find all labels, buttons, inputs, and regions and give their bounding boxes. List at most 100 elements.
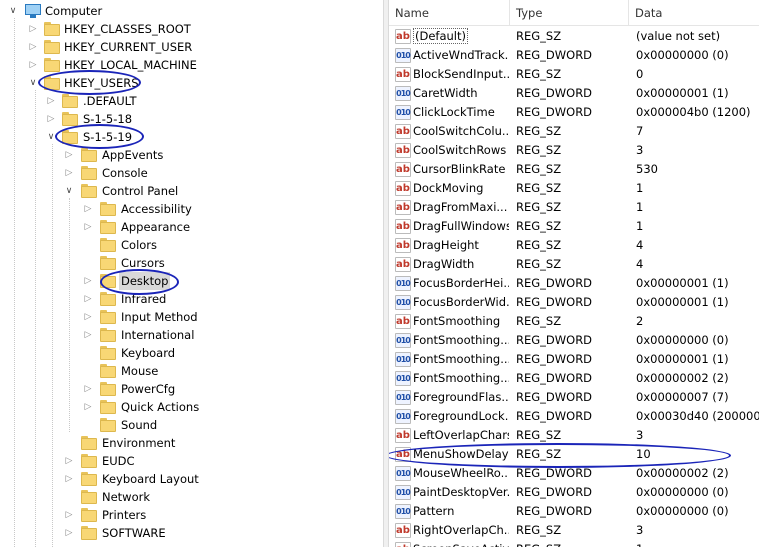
tree-node-desktop[interactable]: ▷ Desktop	[0, 272, 380, 290]
tree-node-keyboard-layout[interactable]: ▷ Keyboard Layout	[0, 470, 380, 488]
tree-node-label: AppEvents	[102, 148, 164, 162]
expand-arrow-icon[interactable]: ▷	[46, 92, 56, 110]
collapse-arrow-icon[interactable]: ∨	[64, 182, 74, 200]
tree-node-keyboard[interactable]: Keyboard	[0, 344, 380, 362]
tree-node-hkey-classes-root[interactable]: ▷ HKEY_CLASSES_ROOT	[0, 20, 380, 38]
expand-arrow-icon[interactable]: ▷	[28, 20, 38, 38]
tree-node-printers[interactable]: ▷ Printers	[0, 506, 380, 524]
value-type: REG_SZ	[516, 67, 562, 81]
tree-node-label: HKEY_LOCAL_MACHINE	[64, 58, 197, 72]
expand-arrow-icon[interactable]: ▷	[28, 56, 38, 74]
value-row[interactable]: 010 ForegroundLock... REG_DWORD 0x00030d40 …	[389, 407, 759, 426]
tree-node-computer[interactable]: ∨ Computer	[0, 2, 380, 20]
tree-node-label: Console	[102, 166, 148, 180]
tree-node-s-1-5-18[interactable]: ▷ S-1-5-18	[0, 110, 380, 128]
tree-node-eudc[interactable]: ▷ EUDC	[0, 452, 380, 470]
expand-arrow-icon[interactable]: ▷	[28, 38, 38, 56]
tree-node-label: Colors	[121, 238, 158, 252]
value-row[interactable]: 010 ClickLockTime REG_DWORD 0x000004b0 (120…	[389, 103, 759, 122]
tree-node-control-panel[interactable]: ∨ Control Panel	[0, 182, 380, 200]
tree-node-appearance[interactable]: ▷ Appearance	[0, 218, 380, 236]
collapse-arrow-icon[interactable]: ∨	[46, 128, 56, 146]
value-row[interactable]: 010 FocusBorderHei... REG_DWORD 0x00000001 …	[389, 274, 759, 293]
tree-node-quick-actions[interactable]: ▷ Quick Actions	[0, 398, 380, 416]
tree-node-accessibility[interactable]: ▷ Accessibility	[0, 200, 380, 218]
value-type: REG_SZ	[516, 219, 562, 233]
value-row[interactable]: 010 MouseWheelRo... REG_DWORD 0x00000002 (2…	[389, 464, 759, 483]
value-row[interactable]: ab CursorBlinkRate REG_SZ 530	[389, 160, 759, 179]
tree-node-hkey-local-machine[interactable]: ▷ HKEY_LOCAL_MACHINE	[0, 56, 380, 74]
tree-node-infrared[interactable]: ▷ Infrared	[0, 290, 380, 308]
value-row[interactable]: 010 FontSmoothing... REG_DWORD 0x00000000 (…	[389, 331, 759, 350]
expand-arrow-icon[interactable]: ▷	[83, 218, 93, 236]
tree-node-software[interactable]: ▷ SOFTWARE	[0, 524, 380, 542]
string-value-icon: ab	[395, 238, 411, 253]
collapse-arrow-icon[interactable]: ∨	[28, 74, 38, 92]
tree-node-default[interactable]: ▷ .DEFAULT	[0, 92, 380, 110]
value-data: 0x00000001 (1)	[636, 295, 729, 309]
expand-arrow-icon[interactable]: ▷	[83, 272, 93, 290]
value-data: 1	[636, 540, 643, 547]
value-row[interactable]: 010 ActiveWndTrack... REG_DWORD 0x00000000 …	[389, 46, 759, 65]
value-row[interactable]: ab CoolSwitchRows REG_SZ 3	[389, 141, 759, 160]
value-row[interactable]: ab FontSmoothing REG_SZ 2	[389, 312, 759, 331]
expand-arrow-icon[interactable]: ▷	[46, 110, 56, 128]
value-row[interactable]: 010 PaintDesktopVer... REG_DWORD 0x00000000…	[389, 483, 759, 502]
tree-node-cursors[interactable]: Cursors	[0, 254, 380, 272]
value-row[interactable]: ab DragHeight REG_SZ 4	[389, 236, 759, 255]
tree-node-powercfg[interactable]: ▷ PowerCfg	[0, 380, 380, 398]
tree-node-input-method[interactable]: ▷ Input Method	[0, 308, 380, 326]
expand-arrow-icon[interactable]: ▷	[83, 326, 93, 344]
tree-node-s-1-5-19[interactable]: ∨ S-1-5-19	[0, 128, 380, 146]
registry-values-list[interactable]: Name Type Data ab (Default) REG_SZ (value n…	[389, 0, 759, 547]
tree-node-label: Quick Actions	[121, 400, 200, 414]
value-row[interactable]: ab (Default) REG_SZ (value not set)	[389, 27, 759, 46]
expand-arrow-icon[interactable]: ▷	[64, 452, 74, 470]
expand-arrow-icon[interactable]: ▷	[83, 380, 93, 398]
value-row[interactable]: 010 CaretWidth REG_DWORD 0x00000001 (1)	[389, 84, 759, 103]
tree-node-console[interactable]: ▷ Console	[0, 164, 380, 182]
tree-node-international[interactable]: ▷ International	[0, 326, 380, 344]
value-name: FontSmoothing...	[413, 369, 509, 388]
value-row[interactable]: 010 ForegroundFlas... REG_DWORD 0x00000007 …	[389, 388, 759, 407]
collapse-arrow-icon[interactable]: ∨	[8, 2, 18, 20]
column-header-name[interactable]: Name	[389, 0, 509, 26]
value-row[interactable]: ab RightOverlapCh... REG_SZ 3	[389, 521, 759, 540]
expand-arrow-icon[interactable]: ▷	[83, 308, 93, 326]
binary-value-icon: 010	[395, 333, 411, 348]
expand-arrow-icon[interactable]: ▷	[83, 398, 93, 416]
value-row[interactable]: 010 Pattern REG_DWORD 0x00000000 (0)	[389, 502, 759, 521]
value-row[interactable]: 010 FocusBorderWid... REG_DWORD 0x00000001 …	[389, 293, 759, 312]
value-row[interactable]: ab MenuShowDelay REG_SZ 10	[389, 445, 759, 464]
value-row[interactable]: ab DockMoving REG_SZ 1	[389, 179, 759, 198]
tree-node-hkey-current-user[interactable]: ▷ HKEY_CURRENT_USER	[0, 38, 380, 56]
value-row[interactable]: ab DragFromMaxi... REG_SZ 1	[389, 198, 759, 217]
tree-node-mouse[interactable]: Mouse	[0, 362, 380, 380]
value-row[interactable]: ab DragWidth REG_SZ 4	[389, 255, 759, 274]
expand-arrow-icon[interactable]: ▷	[64, 524, 74, 542]
column-header-type[interactable]: Type	[510, 0, 628, 26]
expand-arrow-icon[interactable]: ▷	[64, 146, 74, 164]
value-row[interactable]: 010 FontSmoothing... REG_DWORD 0x00000001 (…	[389, 350, 759, 369]
expand-arrow-icon[interactable]: ▷	[64, 506, 74, 524]
tree-node-hkey-users[interactable]: ∨ HKEY_USERS	[0, 74, 380, 92]
value-row[interactable]: 010 FontSmoothing... REG_DWORD 0x00000002 (…	[389, 369, 759, 388]
value-row[interactable]: abScreenSaveActive REG_SZ 1	[389, 540, 759, 547]
column-header-data[interactable]: Data	[629, 0, 759, 26]
value-row[interactable]: ab CoolSwitchColu... REG_SZ 7	[389, 122, 759, 141]
expand-arrow-icon[interactable]: ▷	[64, 164, 74, 182]
tree-node-environment[interactable]: Environment	[0, 434, 380, 452]
value-row[interactable]: ab LeftOverlapChars REG_SZ 3	[389, 426, 759, 445]
value-name-text: CoolSwitchRows	[413, 143, 507, 157]
tree-node-appevents[interactable]: ▷ AppEvents	[0, 146, 380, 164]
tree-node-colors[interactable]: Colors	[0, 236, 380, 254]
registry-key-tree[interactable]: ∨ Computer ▷ HKEY_CLASSES_ROOT ▷ HKEY_CU…	[0, 0, 383, 547]
tree-node-network[interactable]: Network	[0, 488, 380, 506]
value-row[interactable]: ab BlockSendInput... REG_SZ 0	[389, 65, 759, 84]
expand-arrow-icon[interactable]: ▷	[83, 290, 93, 308]
value-row[interactable]: ab DragFullWindows REG_SZ 1	[389, 217, 759, 236]
tree-node-sound[interactable]: Sound	[0, 416, 380, 434]
string-value-icon: ab	[395, 143, 411, 158]
expand-arrow-icon[interactable]: ▷	[83, 200, 93, 218]
expand-arrow-icon[interactable]: ▷	[64, 470, 74, 488]
